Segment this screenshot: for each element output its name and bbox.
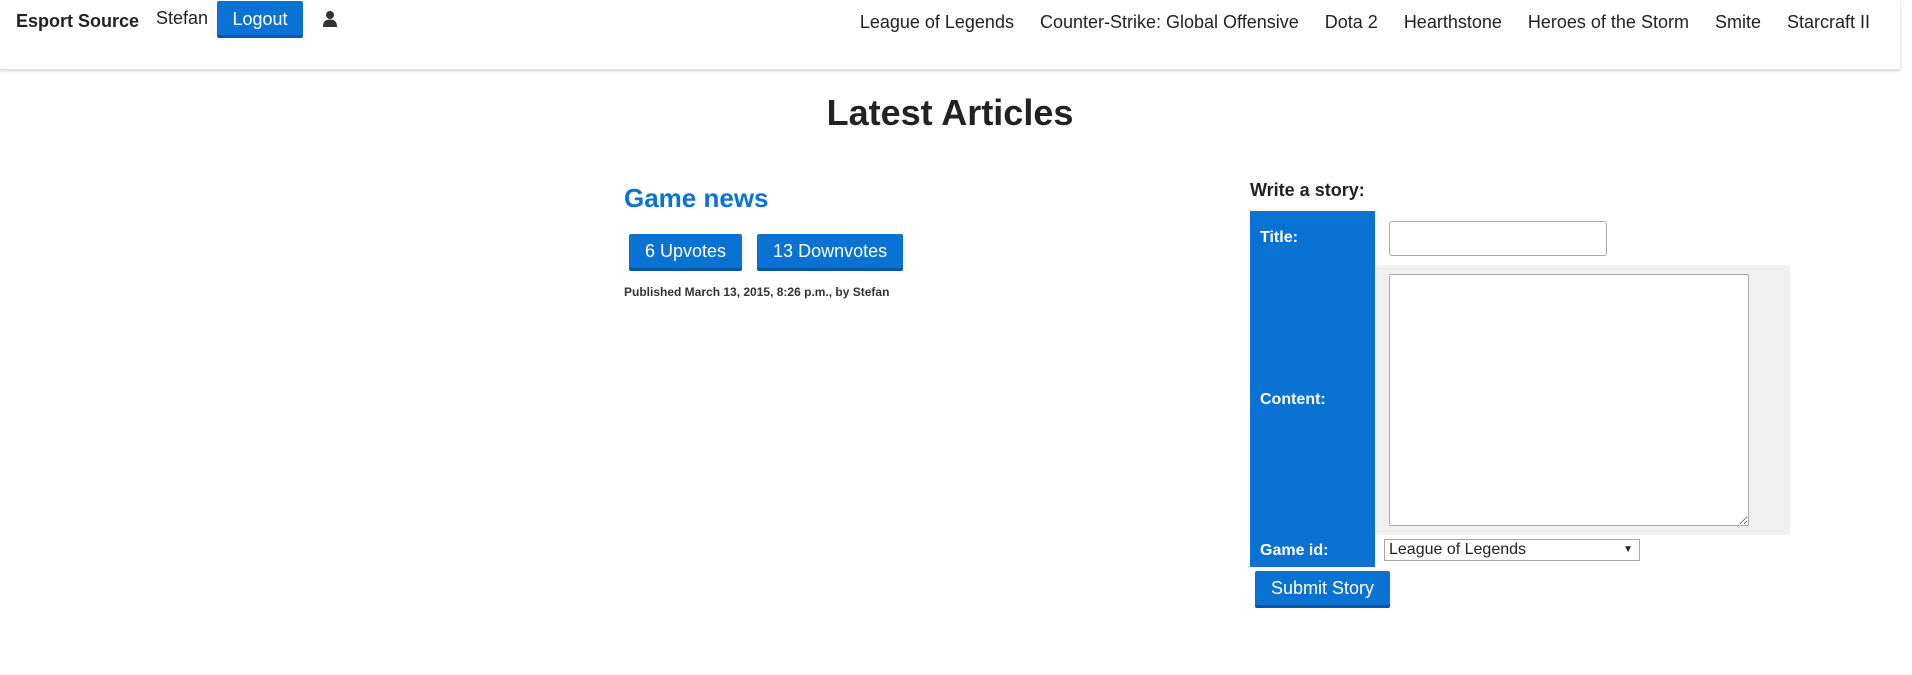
top-navbar: Esport Source Stefan Logout League of Le… xyxy=(0,0,1900,70)
game-id-select[interactable]: League of Legends ▼ xyxy=(1384,539,1640,561)
game-id-selected-value: League of Legends xyxy=(1389,541,1527,558)
form-table: Title: Content: Game id: League of Legen… xyxy=(1250,211,1790,567)
title-label: Title: xyxy=(1250,211,1375,265)
game-nav: League of Legends Counter-Strike: Global… xyxy=(834,12,1870,33)
logout-button[interactable]: Logout xyxy=(217,1,303,35)
title-cell xyxy=(1375,211,1790,265)
vote-row: 6 Upvotes 13 Downvotes xyxy=(624,234,1124,268)
page: Esport Source Stefan Logout League of Le… xyxy=(0,0,1912,675)
published-info: Published March 13, 2015, 8:26 p.m., by … xyxy=(624,285,890,299)
content-cell xyxy=(1375,265,1790,535)
page-title: Latest Articles xyxy=(826,92,1074,133)
nav-link-league-of-legends[interactable]: League of Legends xyxy=(860,12,1014,33)
nav-link-starcraft-ii[interactable]: Starcraft II xyxy=(1787,12,1870,33)
nav-link-dota-2[interactable]: Dota 2 xyxy=(1325,12,1378,33)
upvote-button[interactable]: 6 Upvotes xyxy=(629,234,743,268)
title-input[interactable] xyxy=(1389,220,1607,256)
user-icon[interactable] xyxy=(322,10,338,27)
article-title-link[interactable]: Game news xyxy=(624,183,1124,214)
brand-link[interactable]: Esport Source xyxy=(16,11,139,32)
article-card: Game news 6 Upvotes 13 Downvotes Publish… xyxy=(624,183,1124,299)
content-textarea[interactable] xyxy=(1389,274,1749,526)
write-story-form: Write a story: Title: Content: Game id: … xyxy=(1250,180,1790,605)
nav-link-heroes-of-the-storm[interactable]: Heroes of the Storm xyxy=(1528,12,1689,33)
game-id-cell: League of Legends ▼ xyxy=(1375,535,1790,567)
nav-link-smite[interactable]: Smite xyxy=(1715,12,1761,33)
downvote-button[interactable]: 13 Downvotes xyxy=(757,234,904,268)
dropdown-arrow-icon: ▼ xyxy=(1623,544,1633,555)
game-id-label: Game id: xyxy=(1250,535,1375,567)
content-label: Content: xyxy=(1250,265,1375,535)
submit-story-button[interactable]: Submit Story xyxy=(1255,571,1391,605)
nav-link-hearthstone[interactable]: Hearthstone xyxy=(1404,12,1502,33)
nav-link-counter-strike[interactable]: Counter-Strike: Global Offensive xyxy=(1040,12,1299,33)
form-heading: Write a story: xyxy=(1250,180,1365,200)
username-label: Stefan xyxy=(156,8,209,28)
